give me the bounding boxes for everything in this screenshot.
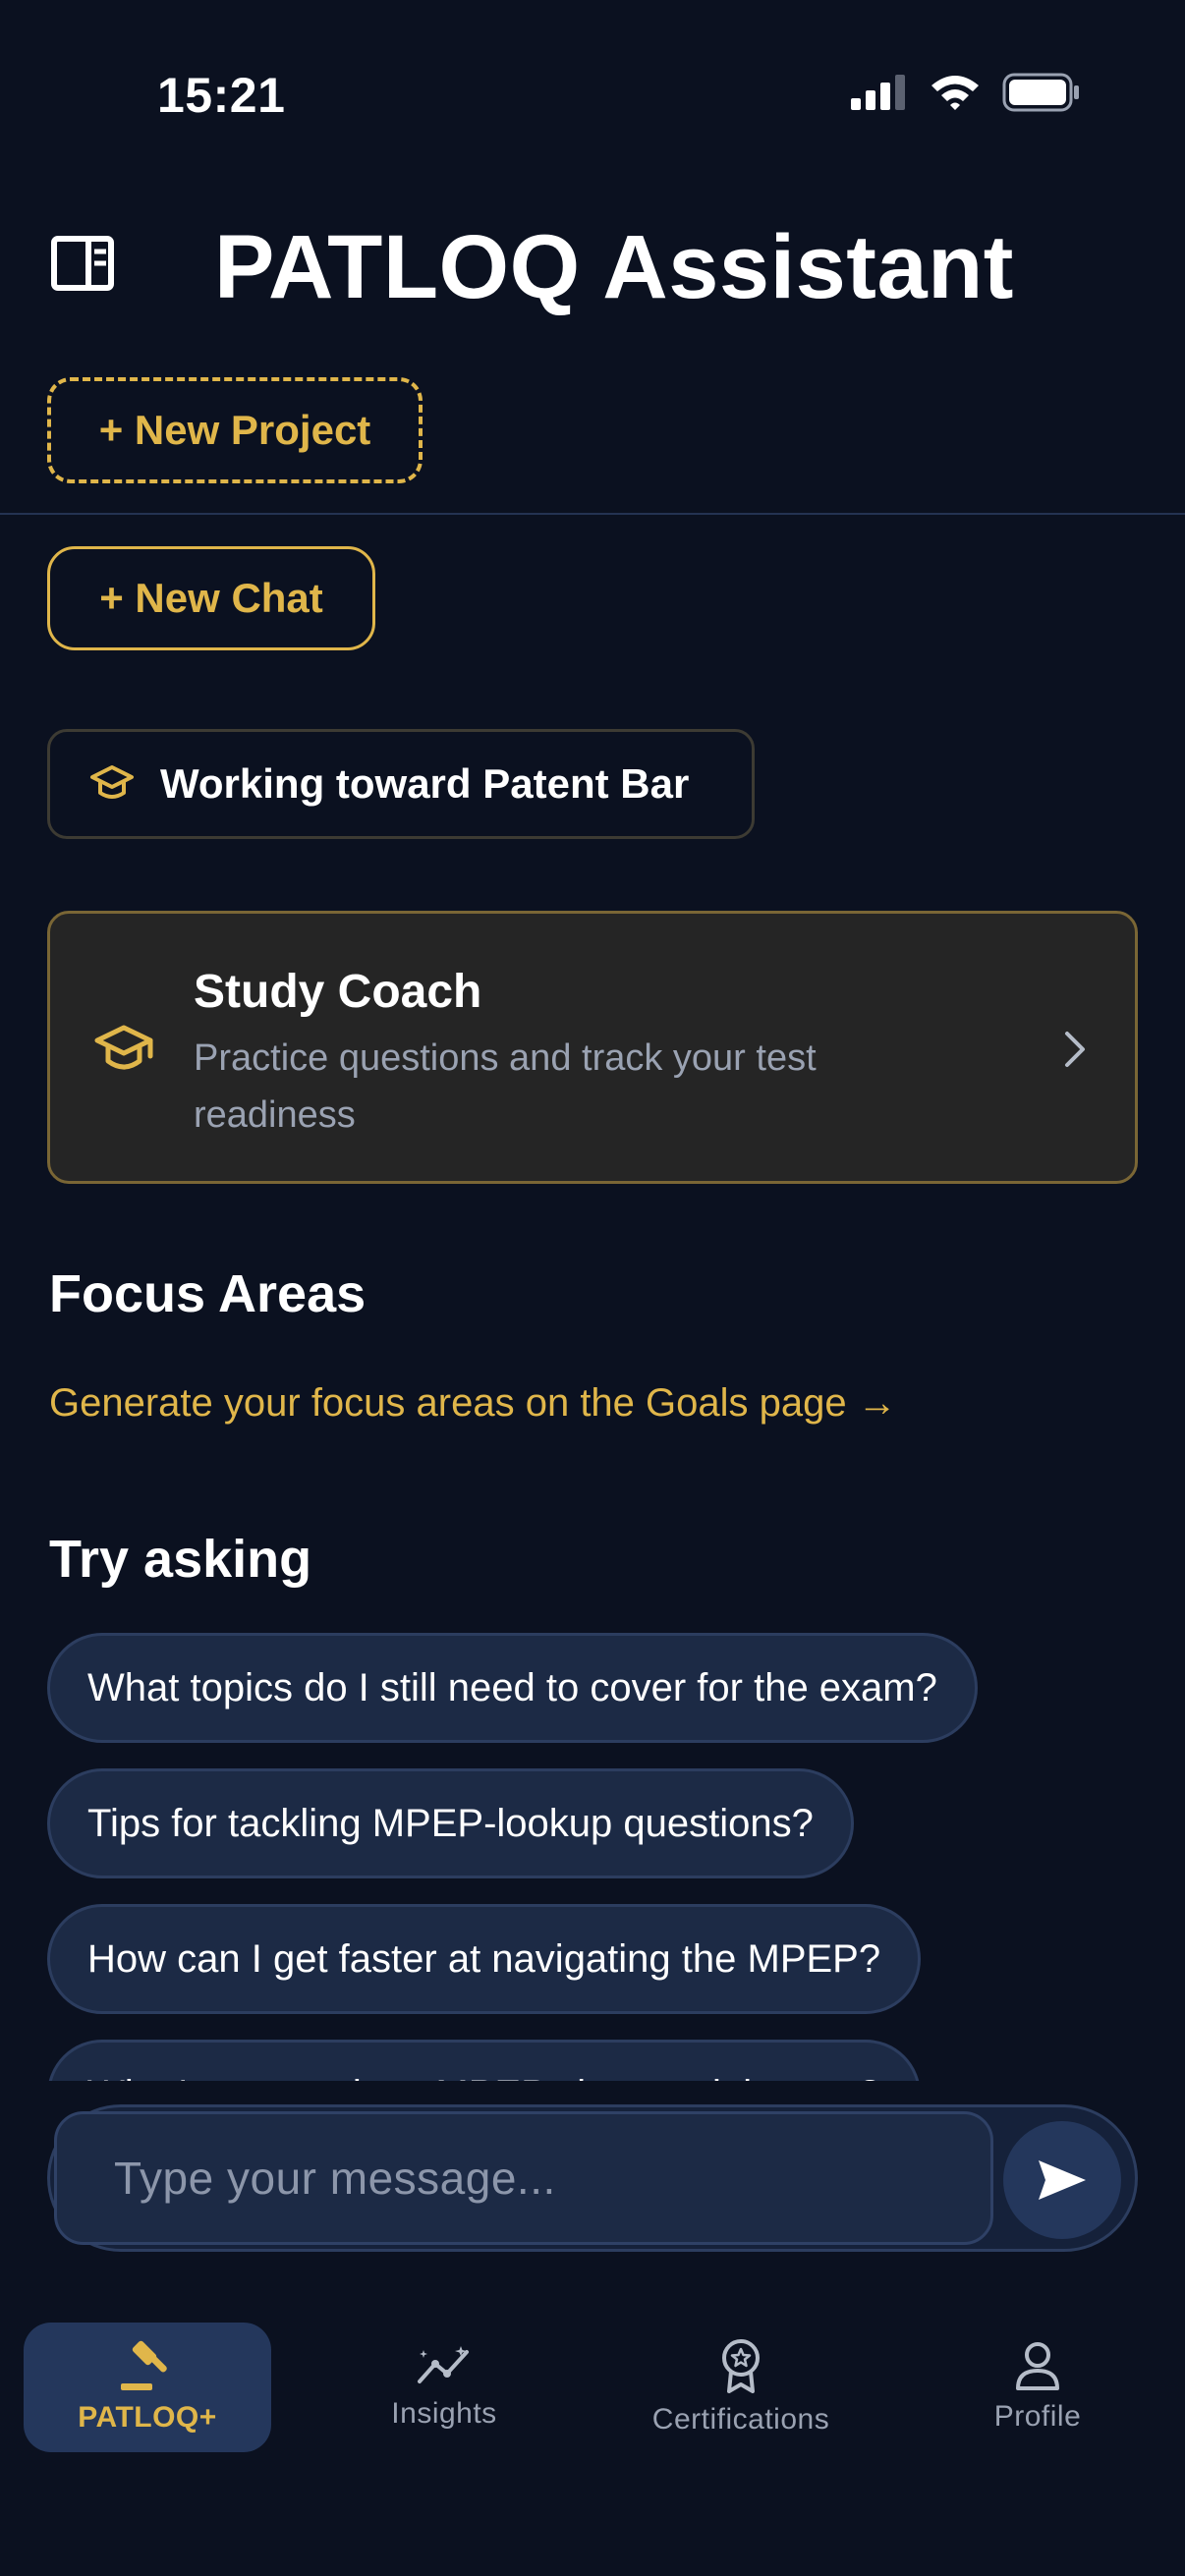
status-icons — [851, 73, 1081, 112]
award-icon — [722, 2339, 760, 2393]
page-title: PATLOQ Assistant — [214, 217, 1014, 317]
message-input[interactable]: Type your message... — [54, 2111, 993, 2245]
status-time: 15:21 — [157, 68, 286, 123]
signal-icon — [851, 75, 905, 110]
app-screen: 15:21 PATLOQ Assistant + New Project + N… — [0, 0, 1185, 2576]
tab-profile-label: Profile — [993, 2400, 1082, 2433]
message-composer: Type your message... — [47, 2104, 1138, 2252]
battery-icon — [1002, 73, 1079, 112]
coach-icon-wrap — [93, 1024, 154, 1082]
send-button[interactable] — [1003, 2121, 1121, 2239]
suggestion-chip[interactable]: What topics do I still need to cover for… — [47, 1633, 978, 1743]
suggestion-chip[interactable]: How can I get faster at navigating the M… — [47, 1904, 922, 2014]
goal-chip-label: Working toward Patent Bar — [160, 760, 690, 807]
suggestion-chip[interactable]: What's my weakest MPEP chapter right now… — [47, 2040, 922, 2081]
tab-certifications[interactable]: Certifications — [617, 2323, 865, 2452]
tab-insights-label: Insights — [391, 2397, 497, 2430]
gavel-icon — [121, 2340, 167, 2390]
insights-icon — [418, 2346, 469, 2383]
study-coach-card[interactable]: Study Coach Practice questions and track… — [47, 911, 1138, 1184]
new-chat-button[interactable]: + New Chat — [47, 546, 375, 650]
graduation-cap-icon — [90, 765, 134, 799]
focus-areas-heading: Focus Areas — [49, 1264, 367, 1323]
sidebar-icon — [51, 236, 114, 291]
send-icon — [1039, 2160, 1086, 2200]
new-project-button[interactable]: + New Project — [47, 377, 423, 483]
tab-patloq[interactable]: PATLOQ+ — [24, 2323, 271, 2452]
graduation-cap-icon — [94, 1025, 153, 1070]
study-coach-subtitle: Practice questions and track your test r… — [194, 1037, 817, 1136]
tab-certifications-label: Certifications — [651, 2403, 830, 2436]
tab-profile[interactable]: Profile — [914, 2323, 1161, 2452]
try-asking-heading: Try asking — [49, 1530, 312, 1589]
header-divider — [0, 513, 1185, 515]
suggestion-chip[interactable]: Tips for tackling MPEP-lookup questions? — [47, 1768, 854, 1878]
wifi-icon — [931, 76, 979, 110]
person-icon — [1016, 2342, 1059, 2390]
tab-patloq-label: PATLOQ+ — [78, 2401, 217, 2434]
sidebar-toggle-button[interactable] — [51, 236, 114, 291]
chevron-right-icon — [1065, 1032, 1085, 1067]
goals-page-link[interactable]: Generate your focus areas on the Goals p… — [49, 1381, 897, 1426]
goal-chip[interactable]: Working toward Patent Bar — [47, 729, 755, 839]
tab-insights[interactable]: Insights — [320, 2323, 568, 2452]
study-coach-title: Study Coach — [194, 966, 482, 1018]
suggestion-scroll-clip: What's my weakest MPEP chapter right now… — [0, 2038, 1185, 2081]
